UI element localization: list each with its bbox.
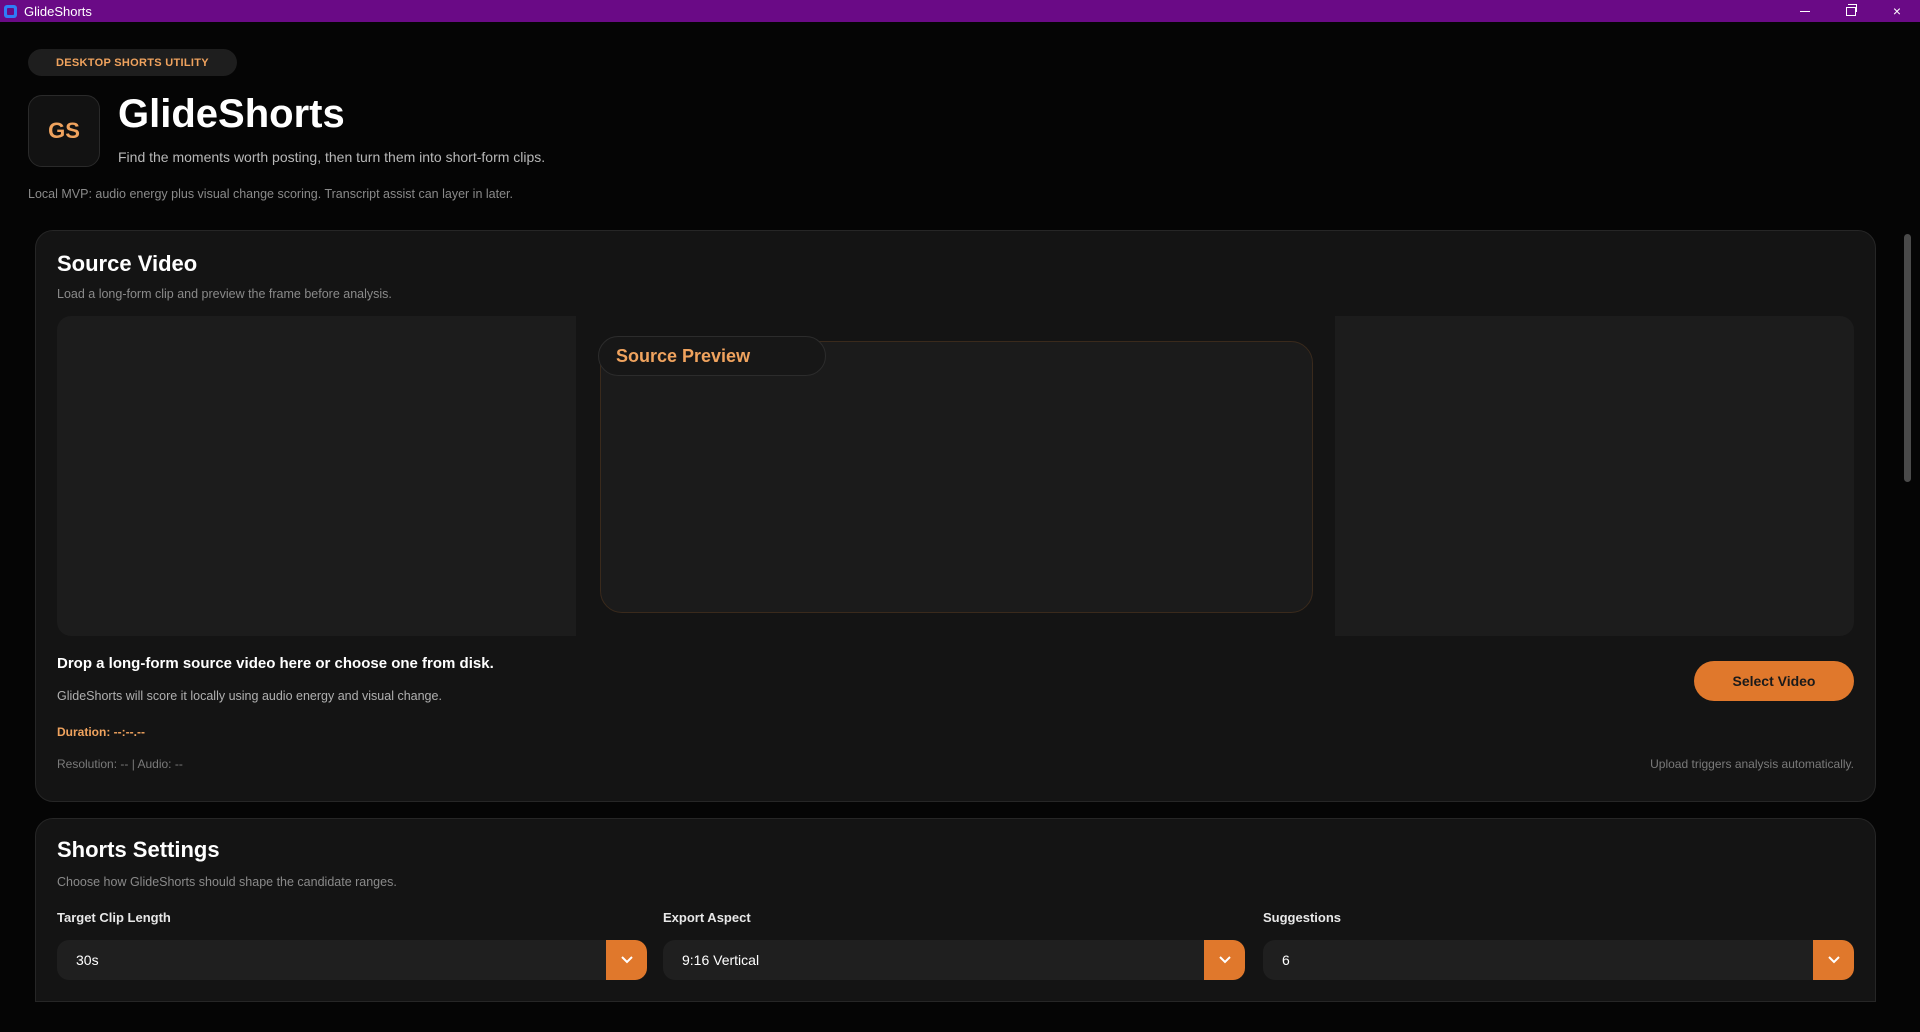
source-preview-frame: Source Preview bbox=[598, 336, 1313, 613]
drop-zone[interactable]: Source Preview bbox=[57, 316, 1854, 636]
preview-left-panel bbox=[57, 316, 576, 636]
suggestions-value: 6 bbox=[1282, 952, 1290, 968]
restore-icon bbox=[1846, 3, 1857, 16]
source-video-title: Source Video bbox=[57, 251, 198, 276]
mvp-note: Local MVP: audio energy plus visual chan… bbox=[28, 187, 513, 201]
app-tagline: Find the moments worth posting, then tur… bbox=[118, 149, 546, 165]
suggestions-select[interactable]: 6 bbox=[1263, 940, 1854, 980]
shorts-settings-card: Shorts Settings Choose how GlideShorts s… bbox=[35, 818, 1876, 1002]
target-clip-length-label: Target Clip Length bbox=[57, 910, 171, 925]
source-preview-label: Source Preview bbox=[598, 336, 826, 376]
scrollbar-thumb[interactable] bbox=[1904, 234, 1911, 482]
restore-button[interactable] bbox=[1828, 0, 1874, 22]
close-icon: × bbox=[1892, 3, 1902, 19]
drop-title: Drop a long-form source video here or ch… bbox=[57, 655, 494, 672]
app-logo: GS bbox=[28, 95, 100, 167]
source-video-card: Source Video Load a long-form clip and p… bbox=[35, 230, 1876, 802]
minimize-icon bbox=[1800, 10, 1810, 12]
app-title: GlideShorts bbox=[118, 92, 345, 136]
shorts-settings-title: Shorts Settings bbox=[57, 837, 220, 862]
export-aspect-select[interactable]: 9:16 Vertical bbox=[663, 940, 1245, 980]
export-aspect-label: Export Aspect bbox=[663, 910, 751, 925]
chevron-down-icon bbox=[606, 940, 647, 980]
minimize-button[interactable] bbox=[1782, 0, 1828, 22]
export-aspect-value: 9:16 Vertical bbox=[682, 952, 760, 968]
upload-hint: Upload triggers analysis automatically. bbox=[1650, 757, 1854, 771]
window-controls: × bbox=[1782, 0, 1920, 22]
preview-right-panel bbox=[1335, 316, 1854, 636]
app-icon bbox=[4, 4, 17, 18]
source-video-subtitle: Load a long-form clip and preview the fr… bbox=[57, 287, 392, 301]
window-title: GlideShorts bbox=[24, 3, 92, 19]
chevron-down-icon bbox=[1204, 940, 1245, 980]
drop-subtitle: GlideShorts will score it locally using … bbox=[57, 689, 442, 703]
shorts-settings-subtitle: Choose how GlideShorts should shape the … bbox=[57, 875, 397, 889]
close-button[interactable]: × bbox=[1874, 0, 1920, 22]
target-clip-length-select[interactable]: 30s bbox=[57, 940, 647, 980]
title-bar: GlideShorts × bbox=[0, 0, 1920, 22]
target-clip-length-value: 30s bbox=[76, 952, 99, 968]
chevron-down-icon bbox=[1813, 940, 1854, 980]
duration-readout: Duration: --:--.-- bbox=[57, 725, 145, 739]
select-video-button[interactable]: Select Video bbox=[1694, 661, 1854, 701]
media-meta: Resolution: -- | Audio: -- bbox=[57, 757, 183, 771]
suggestions-label: Suggestions bbox=[1263, 910, 1342, 925]
utility-badge: DESKTOP SHORTS UTILITY bbox=[28, 49, 237, 76]
